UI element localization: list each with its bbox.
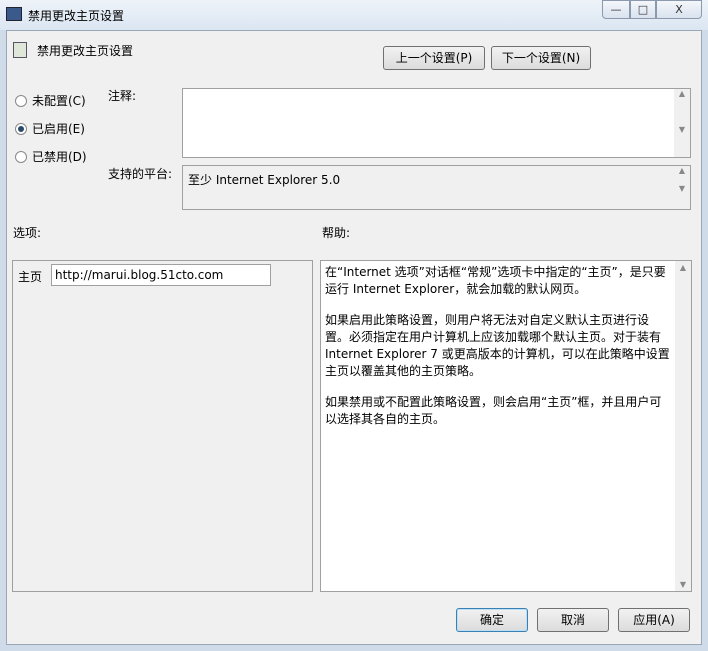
scrollbar[interactable]: ▲ ▼ xyxy=(675,261,691,591)
radio-label: 已禁用(D) xyxy=(32,150,87,164)
next-setting-button[interactable]: 下一个设置(N) xyxy=(491,46,591,70)
prev-setting-button[interactable]: 上一个设置(P) xyxy=(383,46,485,70)
platform-value: 至少 Internet Explorer 5.0 xyxy=(188,173,341,187)
comment-label: 注释: xyxy=(108,89,137,103)
dialog-body: 禁用更改主页设置 上一个设置(P) 下一个设置(N) 未配置(C) 已启用(E)… xyxy=(6,30,702,645)
radio-label: 已启用(E) xyxy=(32,122,85,136)
help-paragraph: 在“Internet 选项”对话框“常规”选项卡中指定的“主页”，是只要运行 I… xyxy=(325,265,666,296)
radio-enabled[interactable]: 已启用(E) xyxy=(15,120,85,137)
minimize-button[interactable]: — xyxy=(602,0,630,19)
radio-circle xyxy=(15,122,27,135)
policy-icon xyxy=(13,42,27,58)
comment-textarea[interactable]: ▲ ▼ xyxy=(182,88,691,158)
homepage-label: 主页 xyxy=(18,270,43,284)
maximize-button[interactable]: □ xyxy=(630,0,656,19)
radio-disabled[interactable]: 已禁用(D) xyxy=(15,148,87,165)
setting-name: 禁用更改主页设置 xyxy=(37,44,134,58)
radio-label: 未配置(C) xyxy=(32,94,86,108)
scrollbar[interactable]: ▲ ▼ xyxy=(674,166,690,209)
window-icon xyxy=(6,7,22,21)
help-paragraph: 如果启用此策略设置，则用户将无法对自定义默认主页进行设置。必须指定在用户计算机上… xyxy=(325,313,670,378)
window-title: 禁用更改主页设置 xyxy=(28,9,125,23)
close-button[interactable]: X xyxy=(656,0,702,19)
platform-field: 至少 Internet Explorer 5.0 ▲ ▼ xyxy=(182,165,691,210)
cancel-button[interactable]: 取消 xyxy=(537,608,609,632)
radio-circle xyxy=(15,150,27,163)
radio-circle xyxy=(15,94,27,107)
radio-not-configured[interactable]: 未配置(C) xyxy=(15,92,86,109)
apply-button[interactable]: 应用(A) xyxy=(618,608,690,632)
scrollbar[interactable]: ▲ ▼ xyxy=(674,89,690,157)
options-panel: 主页 http://marui.blog.51cto.com xyxy=(12,260,313,592)
help-panel: 在“Internet 选项”对话框“常规”选项卡中指定的“主页”，是只要运行 I… xyxy=(320,260,692,592)
options-label: 选项: xyxy=(13,226,42,240)
help-label: 帮助: xyxy=(322,226,351,240)
ok-button[interactable]: 确定 xyxy=(456,608,528,632)
title-bar: 禁用更改主页设置 — □ X xyxy=(0,0,708,30)
platform-label: 支持的平台: xyxy=(108,167,173,181)
homepage-input[interactable]: http://marui.blog.51cto.com xyxy=(51,264,271,286)
help-paragraph: 如果禁用或不配置此策略设置，则会启用“主页”框，并且用户可以选择其各自的主页。 xyxy=(325,395,662,426)
